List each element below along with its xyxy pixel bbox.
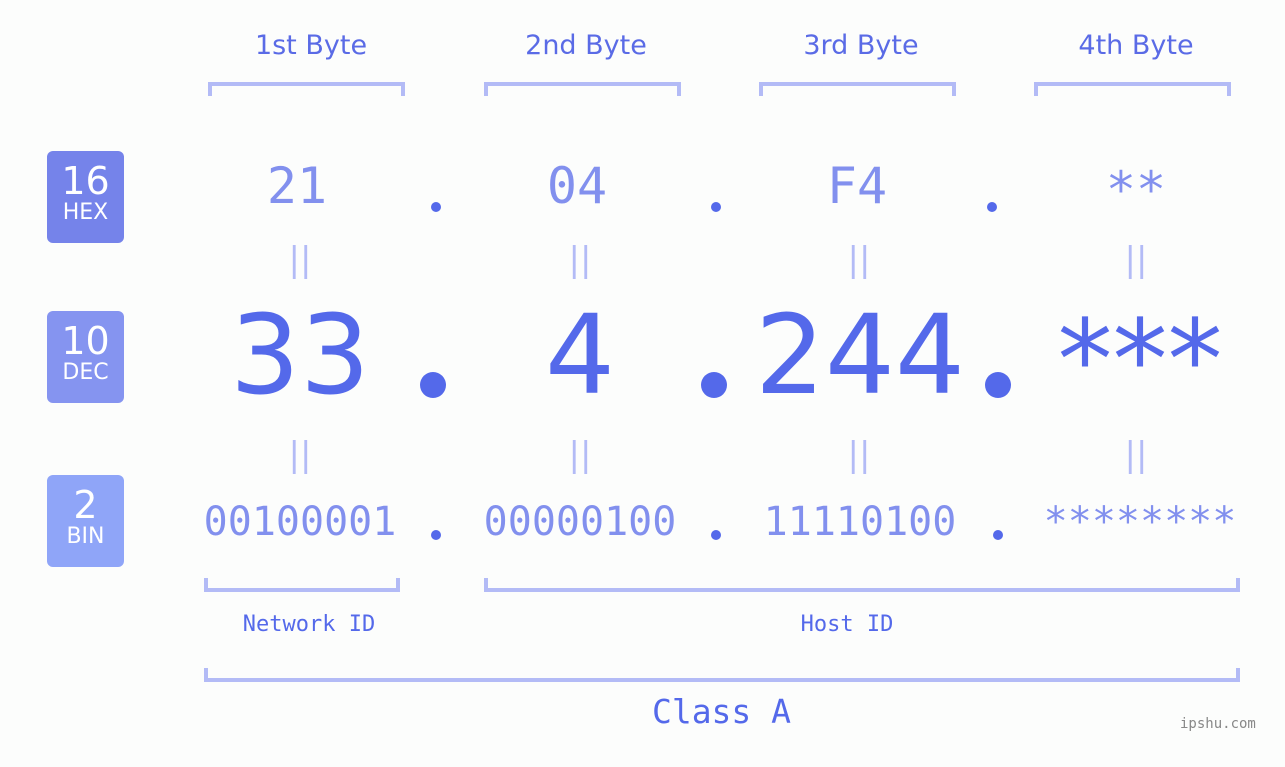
- hex-separator-dot: [431, 202, 441, 212]
- byte-header-3: 3rd Byte: [803, 30, 919, 61]
- bin-value-3: 11110100: [763, 499, 957, 545]
- bin-separator-dot: [711, 530, 721, 540]
- dec-value-1: 33: [230, 291, 370, 419]
- equals-icon: ||: [847, 240, 871, 280]
- bin-separator-dot: [993, 530, 1003, 540]
- bin-value-2: 00000100: [483, 499, 677, 545]
- equals-icon: ||: [1124, 240, 1148, 280]
- bin-value-4: ********: [1043, 499, 1237, 545]
- bin-base-number: 2: [73, 483, 98, 527]
- host-id-bracket: [484, 578, 1240, 592]
- dec-value-4: ***: [1057, 296, 1223, 424]
- bin-separator-dot: [431, 530, 441, 540]
- hex-separator-dot: [987, 202, 997, 212]
- dec-value-2: 4: [545, 291, 615, 419]
- equals-icon: ||: [288, 240, 312, 280]
- dec-separator-dot: [420, 372, 446, 398]
- bin-value-1: 00100001: [203, 499, 397, 545]
- byte-header-4: 4th Byte: [1078, 30, 1194, 61]
- byte-header-1: 1st Byte: [254, 30, 368, 61]
- byte-header-2: 2nd Byte: [525, 30, 647, 61]
- byte-bracket-1: [208, 82, 405, 96]
- equals-icon: ||: [1124, 435, 1148, 475]
- dec-base-label: DEC: [62, 360, 109, 385]
- byte-bracket-4: [1034, 82, 1231, 96]
- dec-separator-dot: [701, 372, 727, 398]
- watermark: ipshu.com: [1180, 716, 1256, 732]
- hex-value-2: 04: [546, 157, 608, 215]
- bin-base-label: BIN: [66, 524, 105, 549]
- network-id-label: Network ID: [242, 612, 376, 637]
- host-id-label: Host ID: [800, 612, 894, 637]
- equals-icon: ||: [568, 240, 592, 280]
- class-label: Class A: [651, 692, 792, 731]
- byte-bracket-3: [759, 82, 956, 96]
- equals-icon: ||: [288, 435, 312, 475]
- hex-base-label: HEX: [62, 200, 109, 225]
- class-bracket: [204, 668, 1240, 682]
- hex-value-4: **: [1105, 161, 1167, 219]
- hex-value-1: 21: [266, 157, 328, 215]
- hex-badge: 16 HEX: [47, 151, 124, 243]
- dec-value-3: 244: [755, 291, 965, 419]
- bin-badge: 2 BIN: [47, 475, 124, 567]
- byte-bracket-2: [484, 82, 681, 96]
- hex-value-3: F4: [826, 157, 888, 215]
- dec-badge: 10 DEC: [47, 311, 124, 403]
- hex-base-number: 16: [61, 159, 110, 203]
- dec-base-number: 10: [61, 319, 110, 363]
- hex-separator-dot: [711, 202, 721, 212]
- dec-separator-dot: [985, 372, 1011, 398]
- network-id-bracket: [204, 578, 400, 592]
- equals-icon: ||: [568, 435, 592, 475]
- equals-icon: ||: [847, 435, 871, 475]
